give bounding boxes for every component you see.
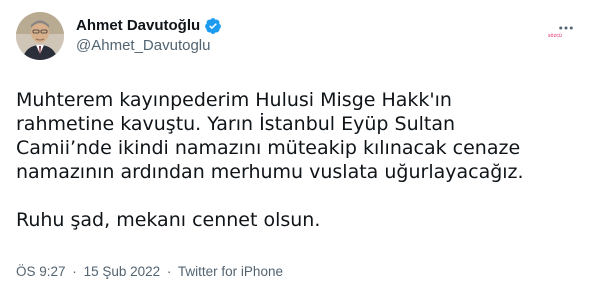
display-name[interactable]: Ahmet Davutoğlu — [76, 16, 200, 36]
tweet-header: Ahmet Davutoğlu @Ahmet_Davutoglu — [16, 12, 580, 64]
verified-badge-icon — [204, 17, 222, 35]
meta-separator: · — [72, 264, 77, 279]
tweet-time[interactable]: ÖS 9:27 — [16, 264, 66, 279]
tweet-date[interactable]: 15 Şub 2022 — [84, 264, 161, 279]
tweet-closing-line: Ruhu şad, mekanı cennet olsun. — [16, 209, 321, 231]
tweet-line: Muhterem kayınpederim Hulusi Misge Hakk'… — [16, 89, 452, 111]
avatar[interactable] — [16, 12, 64, 60]
tweet-meta: ÖS 9:27 · 15 Şub 2022 · Twitter for iPho… — [16, 262, 283, 282]
user-handle[interactable]: @Ahmet_Davutoglu — [76, 36, 222, 56]
tweet-line: namazının ardından merhumu vuslata uğurl… — [16, 161, 524, 183]
watermark-logo: sözcü — [547, 33, 562, 39]
meta-separator: · — [166, 264, 172, 279]
tweet-line: rahmetine kavuştu. Yarın İstanbul Eyüp S… — [16, 113, 456, 135]
tweet-text: Muhterem kayınpederim Hulusi Misge Hakk'… — [16, 88, 576, 232]
user-names: Ahmet Davutoğlu @Ahmet_Davutoglu — [76, 16, 222, 56]
tweet-source[interactable]: Twitter for iPhone — [178, 264, 283, 279]
tweet-line: Camii’nde ikindi namazını müteakip kılın… — [16, 137, 521, 159]
name-row: Ahmet Davutoğlu — [76, 16, 222, 36]
avatar-photo-icon — [16, 12, 64, 60]
tweet-card: Ahmet Davutoğlu @Ahmet_Davutoglu sözcü M… — [0, 0, 596, 293]
